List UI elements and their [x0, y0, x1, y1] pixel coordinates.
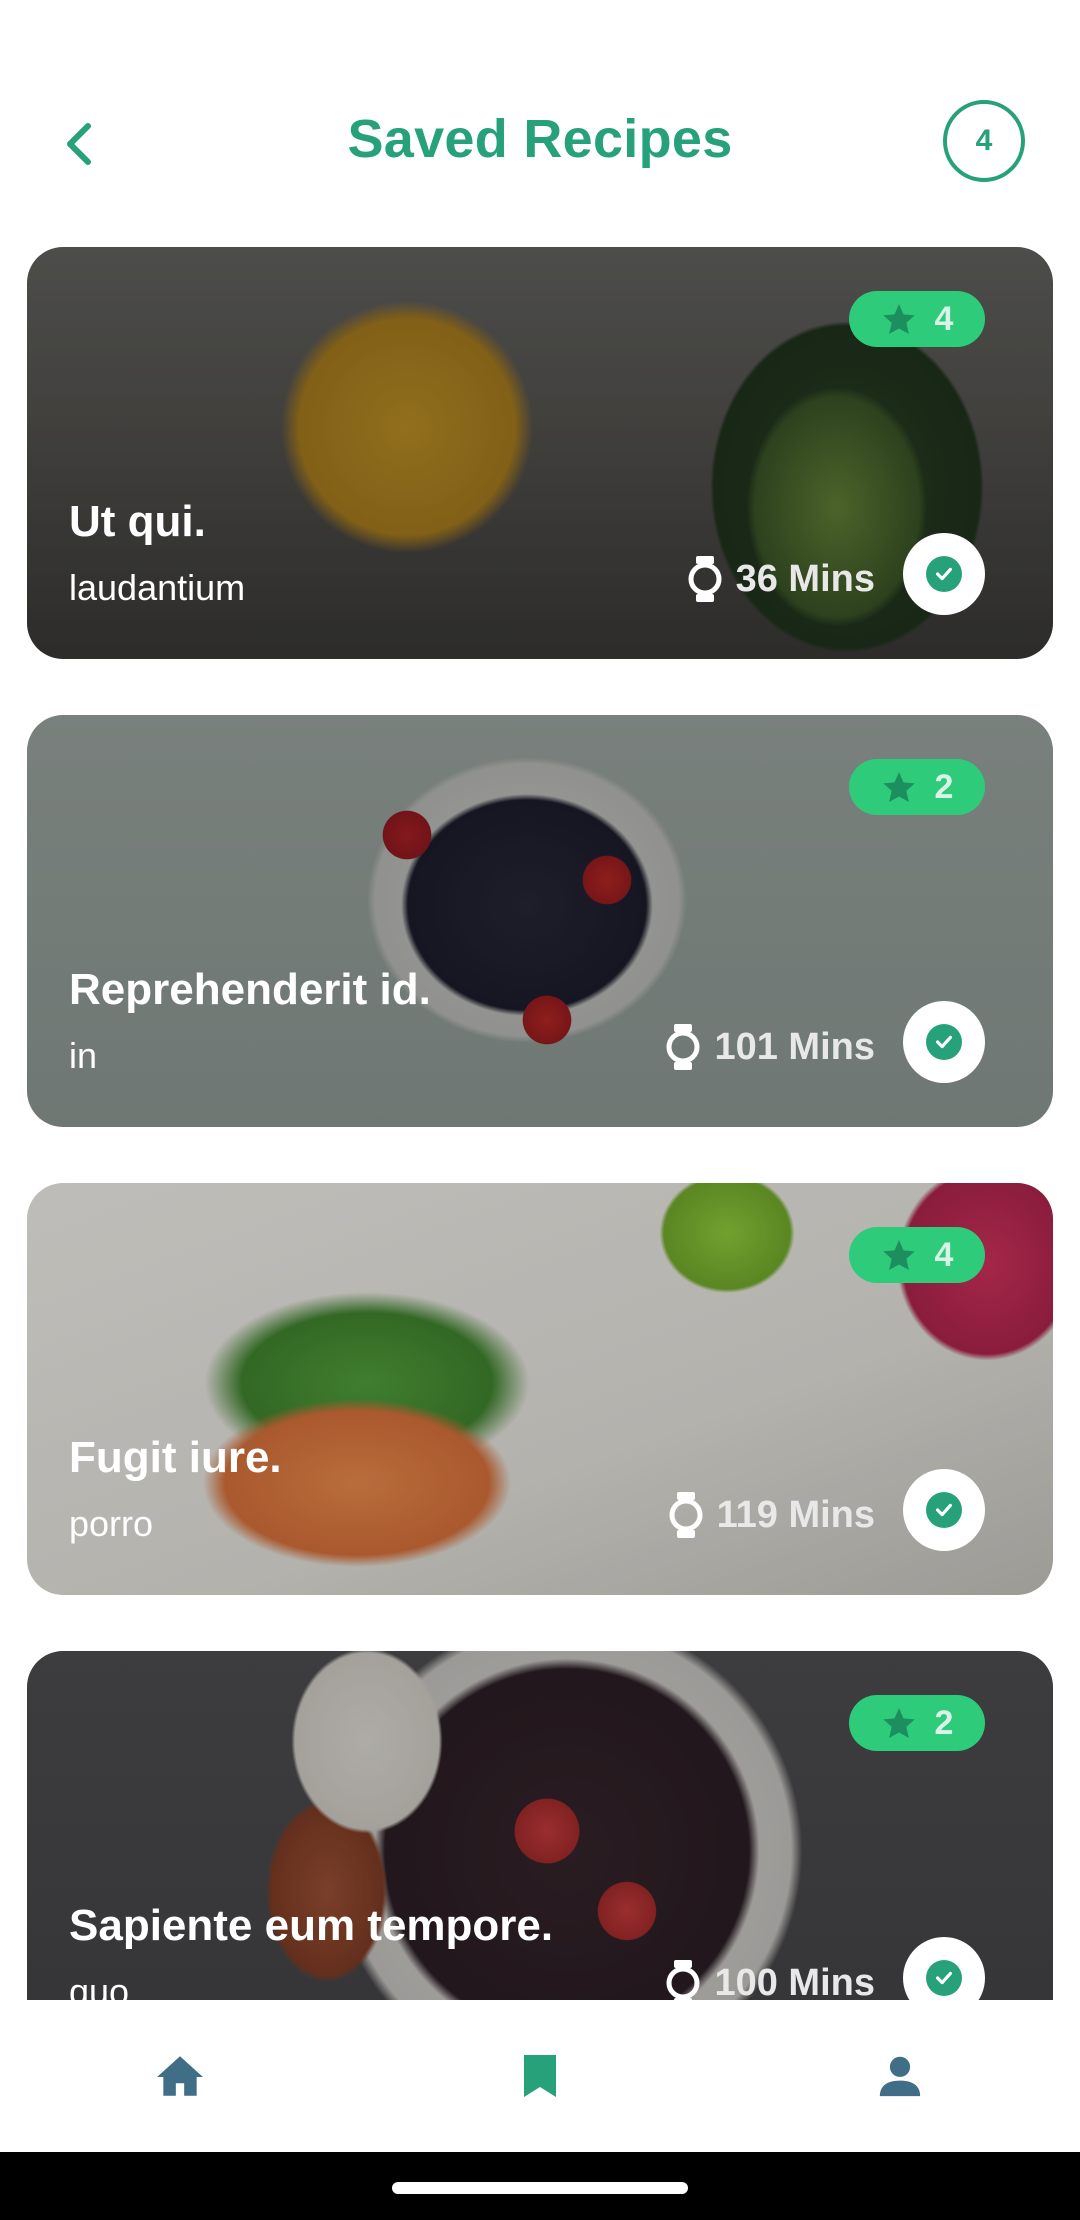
person-icon	[879, 2056, 921, 2097]
nav-item-saved[interactable]	[500, 2046, 580, 2106]
star-icon	[882, 1240, 915, 1270]
check-icon	[926, 1960, 962, 1996]
recipe-list[interactable]: 4 Ut qui. laudantium 36 Mins 2 Reprehend…	[27, 247, 1053, 2000]
rating-value: 4	[934, 299, 954, 338]
saved-count-badge[interactable]: 4	[943, 100, 1025, 182]
rating-badge: 2	[849, 759, 985, 815]
saved-check-button[interactable]	[903, 1469, 985, 1551]
recipe-subtitle: in	[69, 1035, 98, 1076]
recipe-subtitle: laudantium	[69, 567, 246, 608]
star-icon	[882, 772, 915, 802]
cook-time: 101 Mins	[666, 1017, 875, 1077]
recipe-title: Reprehenderit id.	[69, 965, 431, 1014]
system-gesture-bar	[0, 2152, 1080, 2220]
home-gesture-handle[interactable]	[392, 2182, 688, 2194]
nav-item-home[interactable]	[140, 2046, 220, 2106]
saved-check-button[interactable]	[903, 533, 985, 615]
cook-time: 100 Mins	[666, 1953, 875, 2000]
page-title: Saved Recipes	[347, 109, 733, 169]
cook-time-label: 100 Mins	[714, 1961, 875, 2001]
recipe-card[interactable]: 4 Ut qui. laudantium 36 Mins	[27, 247, 1053, 659]
rating-value: 4	[934, 1235, 954, 1274]
check-icon	[926, 1024, 962, 1060]
bottom-navigation	[0, 2000, 1080, 2152]
star-icon	[882, 1708, 915, 1738]
home-icon	[157, 2056, 203, 2096]
recipe-card[interactable]: 2 Reprehenderit id. in 101 Mins	[27, 715, 1053, 1127]
watch-icon	[666, 1960, 700, 2000]
saved-check-button[interactable]	[903, 1001, 985, 1083]
recipe-title: Ut qui.	[69, 497, 206, 546]
rating-value: 2	[934, 1703, 954, 1742]
nav-item-profile[interactable]	[860, 2046, 940, 2106]
recipe-card[interactable]: 2 Sapiente eum tempore. quo 100 Mins	[27, 1651, 1053, 2000]
rating-badge: 4	[849, 1227, 985, 1283]
recipe-subtitle: porro	[69, 1503, 154, 1544]
cook-time: 119 Mins	[669, 1485, 875, 1545]
recipe-title: Sapiente eum tempore.	[69, 1901, 554, 1950]
bookmark-icon	[524, 2055, 556, 2097]
cook-time-label: 101 Mins	[714, 1025, 875, 1068]
rating-value: 2	[934, 767, 954, 806]
check-icon	[926, 1492, 962, 1528]
saved-recipes-screen: Saved Recipes 4 4 Ut qui. laudantium 36 …	[0, 0, 1080, 2220]
recipe-card[interactable]: 4 Fugit iure. porro 119 Mins	[27, 1183, 1053, 1595]
watch-icon	[688, 556, 722, 602]
cook-time-label: 36 Mins	[735, 557, 875, 600]
recipe-title: Fugit iure.	[69, 1433, 282, 1482]
recipe-subtitle: quo	[69, 1971, 130, 2000]
rating-badge: 4	[849, 291, 985, 347]
star-icon	[882, 304, 915, 334]
check-icon	[926, 556, 962, 592]
watch-icon	[669, 1492, 703, 1538]
app-header: Saved Recipes 4	[0, 90, 1080, 200]
rating-badge: 2	[849, 1695, 985, 1751]
cook-time-label: 119 Mins	[716, 1493, 875, 1536]
watch-icon	[666, 1024, 700, 1070]
cook-time: 36 Mins	[688, 549, 875, 609]
